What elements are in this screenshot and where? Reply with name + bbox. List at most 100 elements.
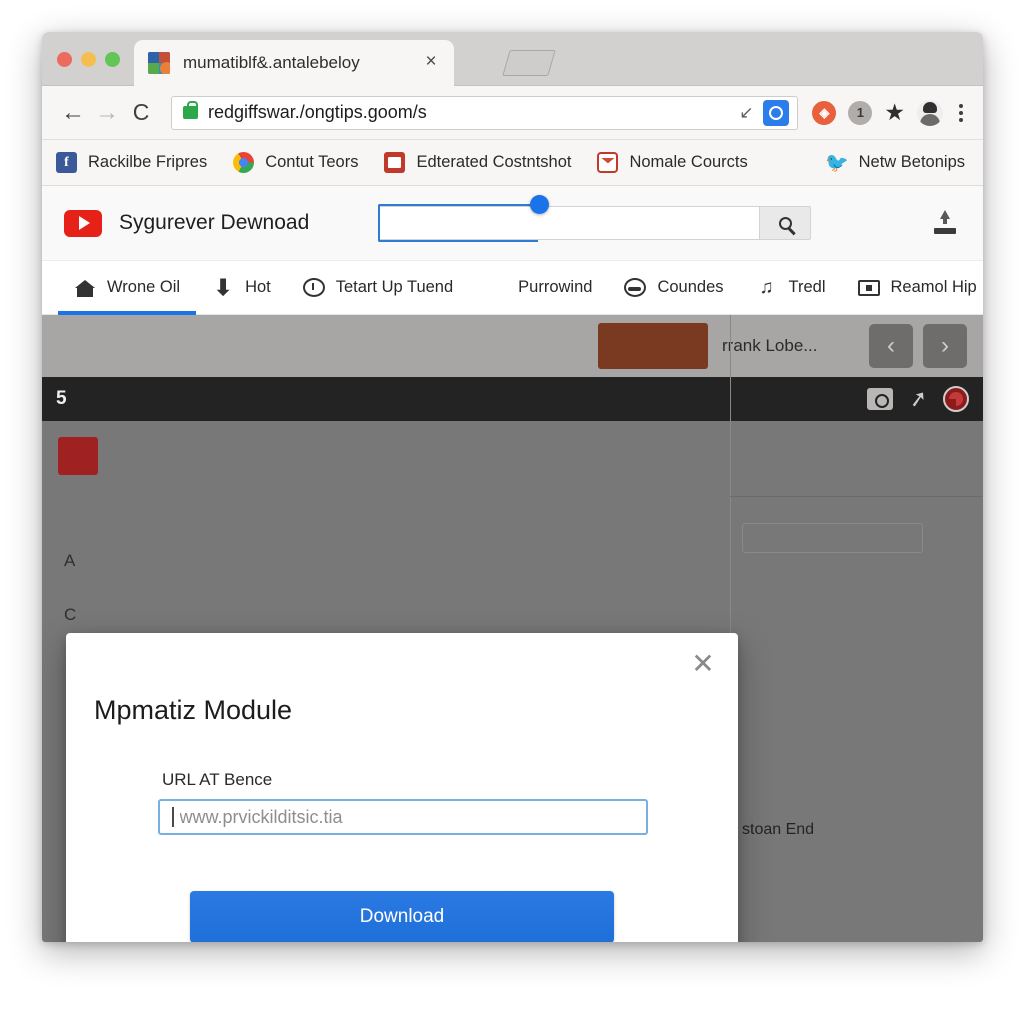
card-icon [857,279,880,296]
nav-tab-label: Wrone Oil [107,278,181,296]
screen-root: mumatiblf&.antalebeloy × ← → C redgiffsw… [0,0,1024,1024]
bookmark-item[interactable]: Nomale Courcts [597,152,748,173]
bookmark-item[interactable]: f Rackilbe Fripres [56,152,207,173]
text-caret [172,807,174,827]
clock-icon [302,278,325,297]
site-header: Sygurever Dewnoad [42,186,983,261]
bookmark-label: Contut Teors [265,153,359,171]
back-icon[interactable]: ← [56,96,90,130]
url-input-placeholder: www.prvickilditsic.tia [179,806,343,827]
bookmarks-bar: f Rackilbe Fripres Contut Teors Edterate… [42,140,983,186]
nav-tab-hot[interactable]: ⬇ Hot [196,261,287,315]
chrome-icon [233,152,255,173]
background-red-block [58,437,98,475]
carousel-next-button[interactable]: › [923,324,967,368]
reload-icon[interactable]: C [124,96,158,130]
carousel-prev-button[interactable]: ‹ [869,324,913,368]
orange-extension-icon[interactable]: ◈ [812,100,837,125]
carousel-caption: rrank Lobe... [722,336,818,355]
globe-icon [624,278,647,297]
browser-window: mumatiblf&.antalebeloy × ← → C redgiffsw… [42,32,983,942]
nav-tab-wrone-oil[interactable]: Wrone Oil [58,261,197,315]
nav-tab-label: Coundes [657,278,724,296]
tab-title: mumatiblf&.antalebeloy [183,53,360,72]
background-input-field[interactable] [742,523,923,553]
download-button[interactable]: Download [190,891,614,942]
search-button[interactable] [759,206,811,240]
new-tab-button[interactable] [502,50,556,76]
browser-toolbar: ← → C redgiffswar./ongtips.goom/s ↙ ◈ 1 … [42,86,983,140]
download-arrow-icon: ⬇ [213,274,233,300]
nav-tabs: Wrone Oil ⬇ Hot Tetart Up Tuend Purrowin… [42,261,983,315]
upload-icon[interactable] [931,210,959,236]
close-icon[interactable]: ✕ [686,647,720,681]
dark-toolbar-tools: ➚ [866,385,969,414]
bookmark-item[interactable]: Edterated Costntshot [384,152,571,173]
minimize-window-button[interactable] [81,52,96,67]
nav-tab-reamol-hip[interactable]: Reamol Hip [842,261,984,315]
download-icon[interactable]: ↙ [733,100,759,126]
bookmark-label: Edterated Costntshot [416,153,572,171]
url-field-label: URL AT Bence [162,770,273,789]
close-tab-icon[interactable]: × [420,52,442,74]
profile-avatar[interactable] [917,99,943,126]
background-separator [730,496,983,497]
site-brand: Sygurever Dewnoad [119,211,310,234]
close-window-button[interactable] [57,52,72,67]
download-modal: ✕ Mpmatiz Module URL AT Bence www.prvick… [66,633,738,942]
blue-extension-icon[interactable] [763,99,790,126]
bookmark-star-icon[interactable]: ★ [884,99,905,126]
twitter-icon: 🐦 [825,152,849,174]
search-input[interactable] [378,206,759,240]
nav-tab-label: Tredl [788,278,826,296]
nav-tab-label: Purrowind [518,278,593,296]
carousel-thumbnail[interactable] [598,323,708,369]
youtube-play-logo [64,209,102,237]
forward-icon[interactable]: → [90,96,124,130]
music-note-icon: ♫ [759,276,774,298]
tab-strip: mumatiblf&.antalebeloy × [42,32,983,86]
background-text-c: stoan End [742,821,815,838]
nav-tab-tetart-up-tuend[interactable]: Tetart Up Tuend [287,261,469,315]
nav-tab-coundes[interactable]: Coundes [608,261,739,315]
lock-icon [183,101,198,119]
wrench-icon[interactable]: ➚ [906,385,929,414]
modal-title: Mpmatiz Module [94,695,293,725]
page-content: Sygurever Dewnoad Wrone Oil ⬇ Hot Tetart… [42,186,983,942]
home-icon [74,277,96,299]
background-text-b: C [64,605,77,624]
bookmark-label: Nomale Courcts [629,153,748,171]
window-controls [57,52,120,67]
maximize-window-button[interactable] [105,52,120,67]
url-input[interactable]: www.prvickilditsic.tia [158,799,648,835]
tab-favicon-icon [148,52,170,74]
nav-tab-tredl[interactable]: ♫ Tredl [740,261,842,315]
nav-tab-label: Hot [245,278,271,296]
search-icon [778,216,792,230]
bookmark-item[interactable]: 🐦 Netw Betonips [825,152,965,174]
red-image-icon [384,152,406,173]
address-bar-url: redgiffswar./ongtips.goom/s [208,102,427,122]
red-mail-icon [597,152,619,173]
bookmark-item[interactable]: Contut Teors [233,152,358,173]
camera-icon[interactable] [866,388,893,410]
address-bar[interactable]: redgiffswar./ongtips.goom/s ↙ [171,95,799,130]
browser-tab[interactable]: mumatiblf&.antalebeloy × [134,40,454,86]
bookmark-label: Rackilbe Fripres [88,153,208,171]
grid-icon [485,277,507,299]
bookmark-label: Netw Betonips [858,153,965,171]
search-slider-handle[interactable] [530,195,549,214]
facebook-icon: f [56,152,77,173]
nav-tab-purrowind[interactable]: Purrowind [469,261,608,315]
dark-toolbar-label: 5 [56,388,67,409]
dark-toolbar: 5 ➚ [42,377,983,421]
site-search [378,195,811,242]
nav-tab-label: Tetart Up Tuend [335,278,454,296]
toolbar-extensions: ◈ 1 ★ [812,99,967,126]
record-icon[interactable] [943,386,969,412]
grey-extension-icon[interactable]: 1 [848,100,873,125]
carousel-row: rrank Lobe... ‹ › [42,315,983,377]
kebab-menu-icon[interactable] [955,100,967,126]
page-body-dimmed: n rrank Lobe... ‹ › 5 ➚ [42,315,983,942]
background-text-a: A [64,551,76,570]
